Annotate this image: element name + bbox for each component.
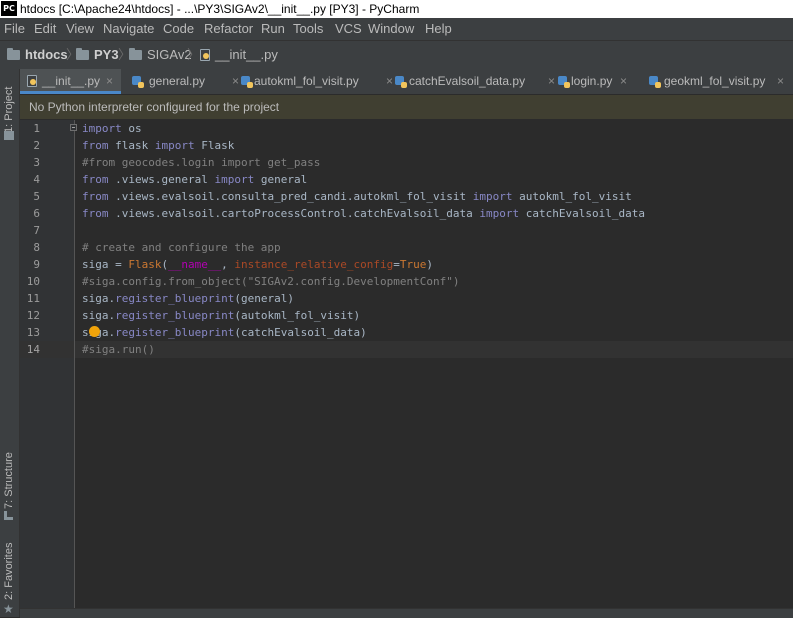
favorites-tool-tab[interactable]: 2: Favorites	[0, 542, 19, 605]
structure-tab-label: 7: Structure	[3, 452, 15, 509]
project-tool-tab[interactable]: 1: Project	[0, 73, 19, 139]
menu-help[interactable]: Help	[425, 18, 452, 40]
line-number: 1	[33, 122, 40, 135]
tab-autokml[interactable]: autokml_fol_visit.py ×	[235, 69, 401, 94]
tab-label: __init__.py	[42, 74, 101, 88]
python-file-icon	[200, 49, 210, 61]
code-line: #from geocodes.login import get_pass	[82, 156, 321, 169]
fold-collapse-icon[interactable]	[70, 124, 77, 131]
project-tab-label: 1: Project	[3, 86, 15, 133]
breadcrumb-init-file[interactable]: __init__.py	[215, 41, 278, 69]
tab-label: general.py	[149, 74, 206, 88]
breadcrumb-htdocs[interactable]: htdocs	[25, 41, 68, 69]
structure-icon	[4, 511, 13, 520]
favorites-star-icon: ★	[3, 602, 14, 616]
banner-text: No Python interpreter configured for the…	[29, 100, 280, 114]
menu-navigate[interactable]: Navigate	[103, 18, 154, 40]
tab-label: login.py	[571, 74, 613, 88]
line-number: 2	[33, 139, 40, 152]
window-title: htdocs [C:\Apache24\htdocs] - ...\PY3\SI…	[20, 2, 420, 16]
left-tool-window-strip: 1: Project 7: Structure 2: Favorites ★	[0, 69, 20, 617]
line-number: 11	[26, 292, 40, 305]
tab-geokml[interactable]: geokml_fol_visit.py ×	[637, 69, 793, 94]
folder-icon	[7, 48, 20, 60]
close-icon[interactable]: ×	[620, 69, 627, 93]
editor-tab-bar: __init__.py × general.py × autokml_fol_v…	[20, 69, 793, 95]
breadcrumb-sigav2[interactable]: SIGAv2	[147, 41, 192, 69]
python-file-icon	[241, 76, 253, 88]
breadcrumb-py3[interactable]: PY3	[94, 41, 119, 69]
close-icon[interactable]: ×	[106, 69, 113, 93]
line-number: 10	[26, 275, 40, 288]
tab-init[interactable]: __init__.py ×	[20, 69, 121, 94]
menu-bar: File Edit View Navigate Code Refactor Ru…	[0, 18, 793, 40]
tab-label: geokml_fol_visit.py	[664, 74, 766, 88]
line-number: 5	[33, 190, 40, 203]
tab-catchevalsoil[interactable]: catchEvalsoil_data.py ×	[391, 69, 562, 94]
code-line: #siga.config.from_object("SIGAv2.config.…	[82, 275, 460, 288]
line-number: 9	[33, 258, 40, 271]
code-line: from .views.evalsoil.consulta_pred_candi…	[82, 190, 632, 203]
folder-icon	[76, 48, 89, 60]
python-file-icon	[558, 76, 570, 88]
tab-label: catchEvalsoil_data.py	[409, 74, 526, 88]
line-number: 7	[33, 224, 40, 237]
breadcrumb: htdocs 〉 PY3 〉 SIGAv2 〉 __init__.py	[0, 40, 793, 70]
line-number: 14	[26, 343, 40, 356]
tab-general[interactable]: general.py ×	[123, 69, 247, 94]
python-file-icon	[27, 75, 37, 87]
code-line: # create and configure the app	[82, 241, 281, 254]
gutter-divider	[74, 120, 75, 608]
menu-tools[interactable]: Tools	[293, 18, 323, 40]
menu-run[interactable]: Run	[261, 18, 285, 40]
close-icon[interactable]: ×	[777, 69, 784, 93]
python-file-icon	[395, 76, 407, 88]
line-number: 3	[33, 156, 40, 169]
favorites-tab-label: 2: Favorites	[3, 542, 15, 600]
line-number: 4	[33, 173, 40, 186]
menu-edit[interactable]: Edit	[34, 18, 56, 40]
line-number: 13	[26, 326, 40, 339]
project-folder-icon	[4, 131, 14, 140]
tab-label: autokml_fol_visit.py	[254, 74, 359, 88]
code-line: import os	[82, 122, 142, 135]
menu-refactor[interactable]: Refactor	[204, 18, 253, 40]
pycharm-logo-icon: PC	[1, 1, 17, 16]
interpreter-warning-banner: No Python interpreter configured for the…	[20, 95, 793, 119]
code-line: siga = Flask(__name__, instance_relative…	[82, 258, 434, 271]
code-line: siga.register_blueprint(autokml_fol_visi…	[82, 309, 361, 322]
menu-file[interactable]: File	[4, 18, 25, 40]
structure-tool-tab[interactable]: 7: Structure	[0, 449, 19, 519]
python-file-icon	[132, 76, 144, 88]
line-number: 8	[33, 241, 40, 254]
code-line: from flask import Flask	[82, 139, 235, 152]
package-folder-icon	[129, 48, 142, 60]
code-line: #siga.run()	[82, 343, 155, 356]
code-line: siga.register_blueprint(general)	[82, 292, 294, 305]
window-title-bar: PC htdocs [C:\Apache24\htdocs] - ...\PY3…	[0, 0, 793, 18]
intention-bulb-icon[interactable]	[89, 326, 100, 337]
menu-code[interactable]: Code	[163, 18, 194, 40]
line-number: 12	[26, 309, 40, 322]
menu-view[interactable]: View	[66, 18, 94, 40]
line-number: 6	[33, 207, 40, 220]
menu-vcs[interactable]: VCS	[335, 18, 362, 40]
menu-window[interactable]: Window	[368, 18, 414, 40]
code-line: from .views.evalsoil.cartoProcessControl…	[82, 207, 645, 220]
code-line: from .views.general import general	[82, 173, 308, 186]
python-file-icon	[649, 76, 661, 88]
code-line: siga.register_blueprint(catchEvalsoil_da…	[82, 326, 367, 339]
breadcrumb-separator-icon: 〉	[187, 47, 201, 62]
